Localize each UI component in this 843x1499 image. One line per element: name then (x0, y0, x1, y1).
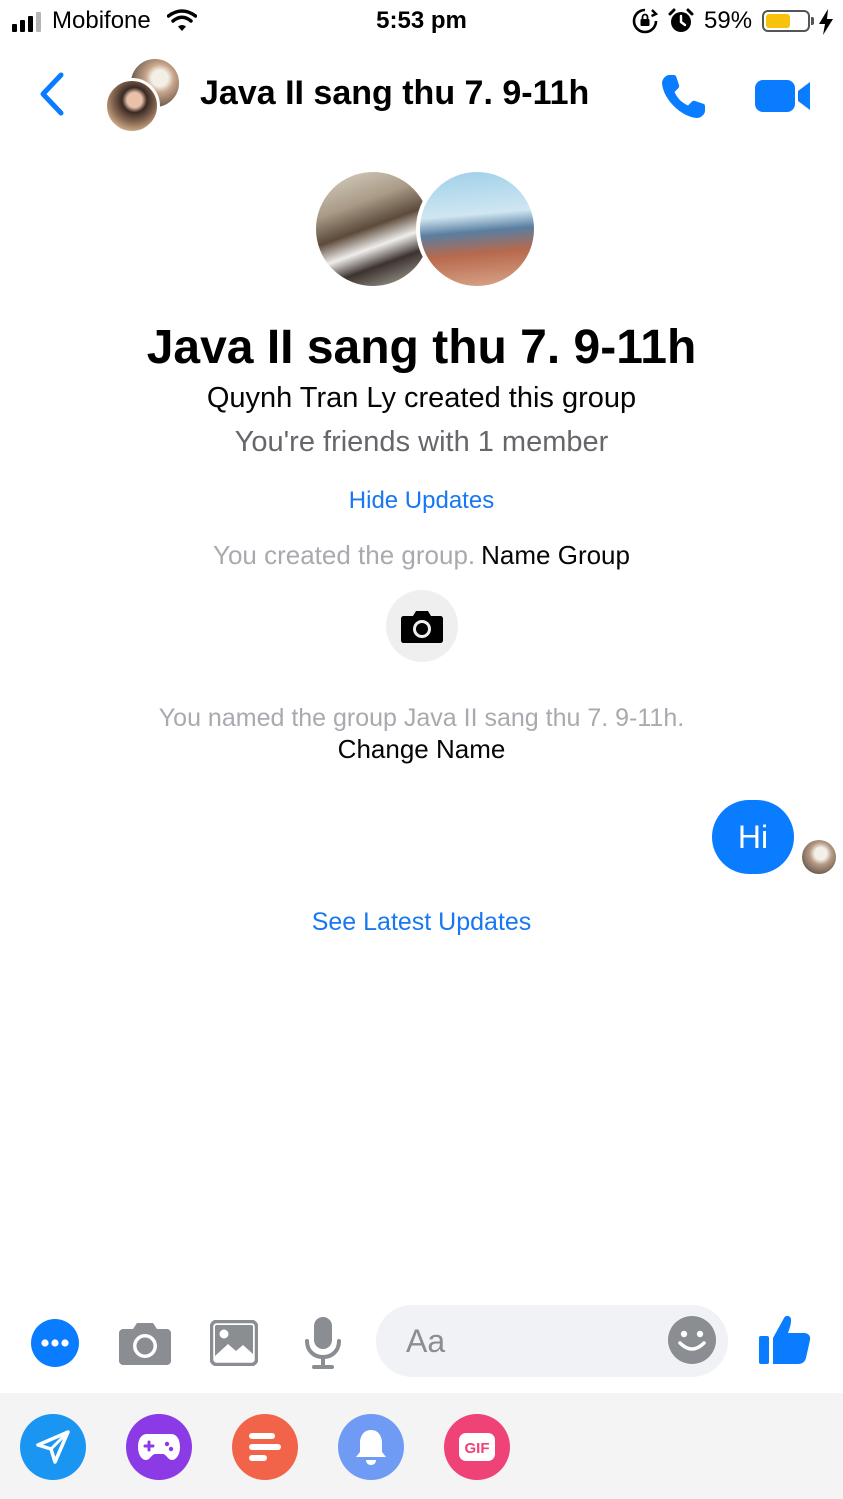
gamepad-icon (138, 1434, 180, 1460)
back-chevron-icon (40, 72, 64, 116)
seen-avatar (802, 840, 836, 874)
thumbs-up-icon (759, 1315, 811, 1364)
games-app[interactable] (126, 1414, 192, 1480)
group-creator-text: Quynh Tran Ly created this group (206, 382, 637, 414)
change-name-link[interactable]: Change Name (0, 734, 843, 765)
group-intro-avatars[interactable] (312, 168, 538, 290)
charging-bolt-icon (819, 9, 833, 35)
conversation-header: Java II sang thu 7. 9-11h (0, 50, 843, 140)
message-composer (0, 1300, 843, 1386)
phone-icon (662, 75, 705, 118)
more-icon (31, 1319, 79, 1367)
reminders-app[interactable] (338, 1414, 404, 1480)
add-group-photo-button[interactable] (386, 590, 458, 662)
hide-updates-label[interactable]: Hide Updates (349, 487, 494, 514)
group-name: Java II sang thu 7. 9-11h (146, 321, 697, 374)
hide-updates-link[interactable]: Hide Updates (0, 487, 843, 515)
video-call-button[interactable] (750, 68, 816, 124)
outgoing-message-bubble[interactable]: Hi (712, 800, 794, 874)
see-latest-updates-link[interactable]: See Latest Updates (0, 908, 843, 937)
gallery-icon (210, 1320, 258, 1366)
mutual-friends-text: You're friends with 1 member (234, 426, 609, 458)
gif-app[interactable]: GIF (444, 1414, 510, 1480)
gif-label: GIF (465, 1440, 490, 1457)
member-photo-2 (416, 168, 538, 290)
like-button[interactable] (756, 1310, 814, 1368)
polls-app[interactable] (232, 1414, 298, 1480)
see-latest-updates-label[interactable]: See Latest Updates (312, 908, 532, 936)
gif-icon: GIF (459, 1433, 495, 1461)
voice-call-button[interactable] (656, 68, 712, 124)
back-button[interactable] (30, 68, 74, 120)
battery-percentage: 59% (704, 7, 753, 34)
send-icon (36, 1430, 70, 1464)
group-named-event-text: You named the group Java II sang thu 7. … (158, 704, 685, 732)
rotation-lock-icon (632, 8, 658, 34)
alarm-icon (668, 8, 694, 32)
gallery-button[interactable] (205, 1314, 263, 1372)
group-created-text: You created the group. (213, 540, 476, 570)
group-created-event: You created the group. Name Group (0, 540, 843, 571)
camera-icon (401, 611, 443, 643)
change-name-label[interactable]: Change Name (338, 734, 506, 764)
camera-button[interactable] (116, 1314, 174, 1372)
name-group-link[interactable]: Name Group (481, 540, 630, 570)
microphone-icon (305, 1317, 341, 1369)
bell-icon (356, 1430, 386, 1465)
conversation-title[interactable]: Java II sang thu 7. 9-11h (200, 74, 589, 113)
video-camera-icon (755, 80, 810, 112)
battery-icon (762, 10, 810, 32)
emoji-button[interactable] (666, 1314, 718, 1366)
voice-message-button[interactable] (294, 1314, 352, 1372)
poll-icon (249, 1433, 281, 1461)
status-bar: Mobifone 5:53 pm 59% (0, 0, 843, 44)
battery-tip (811, 17, 814, 25)
member-avatar-1 (104, 78, 160, 134)
send-location-app[interactable] (20, 1414, 86, 1480)
apps-tray: GIF (0, 1393, 843, 1499)
emoji-icon (668, 1316, 716, 1364)
more-actions-button[interactable] (26, 1314, 84, 1372)
camera-icon (119, 1323, 171, 1365)
group-avatar[interactable] (104, 56, 184, 134)
